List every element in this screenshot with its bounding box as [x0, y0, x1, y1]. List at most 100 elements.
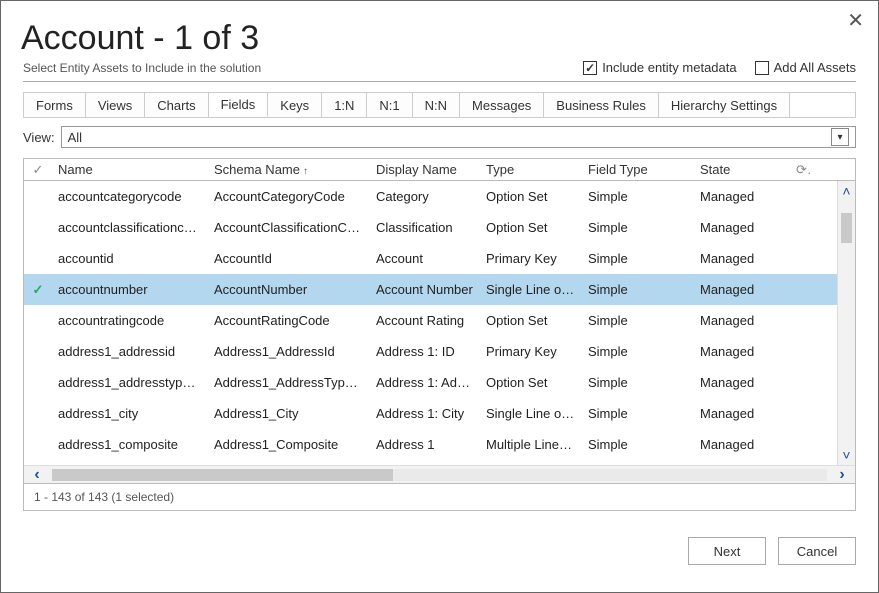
cell-schema: Address1_AddressTypeCode — [208, 375, 370, 390]
scroll-down-icon[interactable]: ˅ — [838, 445, 855, 465]
cell-name: address1_city — [52, 406, 208, 421]
refresh-icon[interactable]: ⟳ — [790, 162, 812, 178]
cell-type: Option Set — [480, 220, 582, 235]
cell-name: address1_composite — [52, 437, 208, 452]
tab-views[interactable]: Views — [86, 93, 145, 117]
cell-field-type: Simple — [582, 375, 694, 390]
add-all-assets-checkbox[interactable]: Add All Assets — [755, 60, 856, 75]
table-row[interactable]: accountidAccountIdAccountPrimary KeySimp… — [24, 243, 855, 274]
cell-field-type: Simple — [582, 344, 694, 359]
cell-display: Address 1: Addr… — [370, 375, 480, 390]
subtitle-row: Select Entity Assets to Include in the s… — [23, 60, 856, 82]
cell-name: accountclassificationcode — [52, 220, 208, 235]
cell-type: Option Set — [480, 189, 582, 204]
column-header-display[interactable]: Display Name — [370, 162, 480, 177]
chevron-down-icon: ▾ — [831, 128, 849, 146]
table-row[interactable]: accountclassificationcodeAccountClassifi… — [24, 212, 855, 243]
cell-state: Managed — [694, 437, 790, 452]
cell-name: accountratingcode — [52, 313, 208, 328]
tab-forms[interactable]: Forms — [24, 93, 86, 117]
table-row[interactable]: accountnumberAccountNumberAccount Number… — [24, 274, 855, 305]
tab-messages[interactable]: Messages — [460, 93, 544, 117]
checkbox-icon — [755, 61, 769, 75]
column-header-schema[interactable]: Schema Name↑ — [208, 162, 370, 177]
tab-business-rules[interactable]: Business Rules — [544, 93, 659, 117]
cell-schema: AccountRatingCode — [208, 313, 370, 328]
tab-hierarchy-settings[interactable]: Hierarchy Settings — [659, 93, 790, 117]
cell-display: Account Number — [370, 282, 480, 297]
scroll-right-icon[interactable]: › — [829, 466, 855, 484]
vertical-scrollbar[interactable]: ˄ ˅ — [837, 181, 855, 465]
dialog-window: ✕ Account - 1 of 3 Select Entity Assets … — [0, 0, 879, 593]
cancel-button[interactable]: Cancel — [778, 537, 856, 565]
column-header-name[interactable]: Name — [52, 162, 208, 177]
tab-n-n[interactable]: N:N — [413, 93, 460, 117]
cell-name: accountcategorycode — [52, 189, 208, 204]
cell-type: Multiple Lines of… — [480, 437, 582, 452]
scroll-thumb[interactable] — [841, 213, 852, 243]
tab-keys[interactable]: Keys — [268, 93, 322, 117]
cell-type: Primary Key — [480, 344, 582, 359]
include-metadata-label: Include entity metadata — [602, 60, 736, 75]
sort-asc-icon: ↑ — [303, 166, 308, 177]
table-row[interactable]: address1_cityAddress1_CityAddress 1: Cit… — [24, 398, 855, 429]
view-label: View: — [23, 130, 55, 145]
include-metadata-checkbox[interactable]: Include entity metadata — [583, 60, 736, 75]
cell-type: Single Line of Text — [480, 406, 582, 421]
cell-schema: AccountId — [208, 251, 370, 266]
cell-type: Option Set — [480, 313, 582, 328]
add-all-assets-label: Add All Assets — [774, 60, 856, 75]
cell-state: Managed — [694, 189, 790, 204]
table-row[interactable]: address1_compositeAddress1_CompositeAddr… — [24, 429, 855, 460]
cell-field-type: Simple — [582, 313, 694, 328]
cell-name: address1_addresstypecode — [52, 375, 208, 390]
tab-bar: FormsViewsChartsFieldsKeys1:NN:1N:NMessa… — [23, 92, 856, 118]
hscroll-track[interactable] — [52, 469, 827, 481]
cell-schema: AccountNumber — [208, 282, 370, 297]
scroll-left-icon[interactable]: ‹ — [24, 466, 50, 484]
horizontal-scrollbar[interactable]: ‹ › — [24, 465, 855, 483]
table-row[interactable]: address1_addresstypecodeAddress1_Address… — [24, 367, 855, 398]
cell-display: Account — [370, 251, 480, 266]
tab-n-1[interactable]: N:1 — [367, 93, 412, 117]
column-header-type[interactable]: Type — [480, 162, 582, 177]
cell-schema: Address1_Composite — [208, 437, 370, 452]
cell-state: Managed — [694, 406, 790, 421]
hscroll-thumb[interactable] — [52, 469, 393, 481]
cell-field-type: Simple — [582, 220, 694, 235]
cell-field-type: Simple — [582, 282, 694, 297]
cell-field-type: Simple — [582, 406, 694, 421]
cell-state: Managed — [694, 282, 790, 297]
tab-charts[interactable]: Charts — [145, 93, 208, 117]
column-header-field-type[interactable]: Field Type — [582, 162, 694, 177]
cell-type: Single Line of Text — [480, 282, 582, 297]
cell-type: Primary Key — [480, 251, 582, 266]
row-checkbox[interactable] — [24, 282, 52, 298]
select-all-checkbox[interactable]: ✓ — [24, 162, 52, 178]
next-button[interactable]: Next — [688, 537, 766, 565]
table-row[interactable]: accountratingcodeAccountRatingCodeAccoun… — [24, 305, 855, 336]
checkbox-icon — [583, 61, 597, 75]
tab-fields[interactable]: Fields — [209, 93, 269, 117]
cell-type: Option Set — [480, 375, 582, 390]
view-dropdown[interactable]: All ▾ — [61, 126, 856, 148]
grid-status: 1 - 143 of 143 (1 selected) — [23, 484, 856, 511]
cell-state: Managed — [694, 313, 790, 328]
page-subtitle: Select Entity Assets to Include in the s… — [23, 61, 583, 75]
scroll-up-icon[interactable]: ˄ — [838, 181, 855, 201]
tab-1-n[interactable]: 1:N — [322, 93, 367, 117]
table-row[interactable]: address1_addressidAddress1_AddressIdAddr… — [24, 336, 855, 367]
view-selected-value: All — [68, 130, 82, 145]
cell-name: accountnumber — [52, 282, 208, 297]
table-row[interactable]: accountcategorycodeAccountCategoryCodeCa… — [24, 181, 855, 212]
cell-schema: AccountCategoryCode — [208, 189, 370, 204]
column-header-state[interactable]: State — [694, 162, 790, 177]
cell-display: Category — [370, 189, 480, 204]
close-icon[interactable]: ✕ — [847, 11, 864, 31]
cell-state: Managed — [694, 375, 790, 390]
cell-display: Classification — [370, 220, 480, 235]
grid-body: accountcategorycodeAccountCategoryCodeCa… — [24, 181, 855, 465]
cell-display: Address 1: City — [370, 406, 480, 421]
cell-state: Managed — [694, 344, 790, 359]
page-title: Account - 1 of 3 — [21, 19, 856, 58]
